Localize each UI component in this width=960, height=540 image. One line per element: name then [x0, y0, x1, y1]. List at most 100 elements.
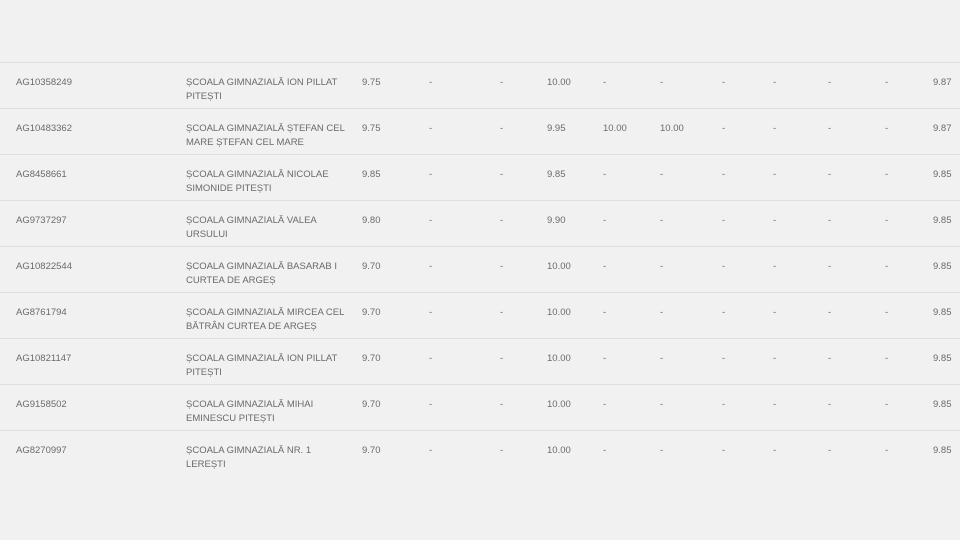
grade-cell: -	[773, 399, 777, 410]
table-row: AG8458661 ȘCOALA GIMNAZIALĂ NICOLAE SIMO…	[0, 154, 960, 200]
grade-cell: -	[828, 261, 832, 272]
grade-cell: -	[773, 353, 777, 364]
grade-cell: -	[773, 77, 777, 88]
student-code: AG9158502	[16, 399, 67, 410]
grade-cell: -	[773, 215, 777, 226]
average-cell: 9.87	[933, 77, 952, 88]
grade-cell: -	[500, 261, 504, 272]
average-cell: 9.85	[933, 169, 952, 180]
grade-cell: -	[429, 215, 433, 226]
school-name: ȘCOALA GIMNAZIALĂ BASARAB I CURTEA DE AR…	[186, 261, 337, 286]
grade-cell: 9.70	[362, 445, 381, 456]
grade-cell: 10.00	[547, 261, 571, 272]
grade-cell: -	[885, 353, 889, 364]
table-row: AG10483362 ȘCOALA GIMNAZIALĂ ȘTEFAN CEL …	[0, 108, 960, 154]
student-code: AG10822544	[16, 261, 72, 272]
grade-cell: -	[500, 77, 504, 88]
grade-cell: 10.00	[547, 77, 571, 88]
grade-cell: -	[500, 445, 504, 456]
grade-cell: -	[722, 123, 726, 134]
grade-cell: -	[660, 307, 664, 318]
grade-cell: -	[828, 399, 832, 410]
grade-cell: -	[773, 261, 777, 272]
average-cell: 9.85	[933, 261, 952, 272]
grade-cell: 9.95	[547, 123, 566, 134]
table-row: AG10822544 ȘCOALA GIMNAZIALĂ BASARAB I C…	[0, 246, 960, 292]
grade-cell: -	[429, 123, 433, 134]
grade-cell: -	[660, 261, 664, 272]
grade-cell: -	[828, 215, 832, 226]
grade-cell: 9.70	[362, 353, 381, 364]
grade-cell: -	[885, 445, 889, 456]
table-row: AG8761794 ȘCOALA GIMNAZIALĂ MIRCEA CEL B…	[0, 292, 960, 338]
school-name: ȘCOALA GIMNAZIALĂ ION PILLAT PITEȘTI	[186, 353, 338, 378]
grade-cell: 9.70	[362, 307, 381, 318]
grade-cell: -	[603, 169, 607, 180]
grade-cell: -	[722, 261, 726, 272]
grade-cell: -	[429, 77, 433, 88]
grade-cell: -	[429, 307, 433, 318]
grade-cell: -	[603, 353, 607, 364]
table-row: AG9737297 ȘCOALA GIMNAZIALĂ VALEA URSULU…	[0, 200, 960, 246]
grade-cell: -	[885, 307, 889, 318]
table-row: AG10358249 ȘCOALA GIMNAZIALĂ ION PILLAT …	[0, 62, 960, 108]
grade-cell: -	[660, 353, 664, 364]
grade-cell: -	[722, 215, 726, 226]
grade-cell: -	[773, 445, 777, 456]
grade-cell: -	[828, 445, 832, 456]
school-name: ȘCOALA GIMNAZIALĂ ȘTEFAN CEL MARE ȘTEFAN…	[186, 123, 345, 148]
table-row: AG8270997 ȘCOALA GIMNAZIALĂ NR. 1 LEREȘT…	[0, 430, 960, 476]
grade-cell: -	[885, 399, 889, 410]
grade-cell: 9.70	[362, 399, 381, 410]
grade-cell: -	[885, 261, 889, 272]
grade-cell: 9.75	[362, 77, 381, 88]
grade-cell: -	[722, 399, 726, 410]
grade-cell: -	[500, 307, 504, 318]
grade-cell: -	[603, 77, 607, 88]
average-cell: 9.85	[933, 399, 952, 410]
grade-cell: -	[885, 169, 889, 180]
grade-cell: 9.80	[362, 215, 381, 226]
grade-cell: -	[885, 123, 889, 134]
grade-cell: -	[429, 445, 433, 456]
grade-cell: 10.00	[547, 399, 571, 410]
student-code: AG10358249	[16, 77, 72, 88]
grade-cell: -	[722, 77, 726, 88]
school-name: ȘCOALA GIMNAZIALĂ MIRCEA CEL BĂTRÂN CURT…	[186, 307, 345, 332]
grade-cell: -	[773, 307, 777, 318]
average-cell: 9.87	[933, 123, 952, 134]
student-code: AG10821147	[16, 353, 72, 364]
grade-cell: -	[603, 445, 607, 456]
grade-cell: -	[660, 169, 664, 180]
grade-cell: -	[828, 353, 832, 364]
grade-cell: -	[722, 445, 726, 456]
grade-cell: -	[828, 169, 832, 180]
student-code: AG8761794	[16, 307, 67, 318]
grade-cell: 10.00	[547, 445, 571, 456]
grade-cell: 9.90	[547, 215, 566, 226]
grade-cell: 10.00	[603, 123, 627, 134]
grade-cell: -	[429, 399, 433, 410]
school-name: ȘCOALA GIMNAZIALĂ NR. 1 LEREȘTI	[186, 445, 312, 470]
average-cell: 9.85	[933, 353, 952, 364]
grade-cell: -	[660, 215, 664, 226]
student-code: AG9737297	[16, 215, 67, 226]
grade-cell: -	[500, 353, 504, 364]
school-name: ȘCOALA GIMNAZIALĂ MIHAI EMINESCU PITEȘTI	[186, 399, 314, 424]
grade-cell: 10.00	[660, 123, 684, 134]
grade-cell: -	[885, 77, 889, 88]
grade-cell: -	[722, 307, 726, 318]
grade-cell: -	[660, 77, 664, 88]
school-name: ȘCOALA GIMNAZIALĂ NICOLAE SIMONIDE PITEȘ…	[186, 169, 329, 194]
grade-cell: 9.70	[362, 261, 381, 272]
grade-cell: 9.85	[362, 169, 381, 180]
grade-cell: -	[773, 123, 777, 134]
grade-cell: -	[500, 123, 504, 134]
grade-cell: -	[603, 399, 607, 410]
school-name: ȘCOALA GIMNAZIALĂ VALEA URSULUI	[186, 215, 317, 240]
grade-cell: -	[603, 261, 607, 272]
grade-cell: -	[500, 215, 504, 226]
average-cell: 9.85	[933, 215, 952, 226]
student-code: AG10483362	[16, 123, 72, 134]
grade-cell: -	[828, 123, 832, 134]
